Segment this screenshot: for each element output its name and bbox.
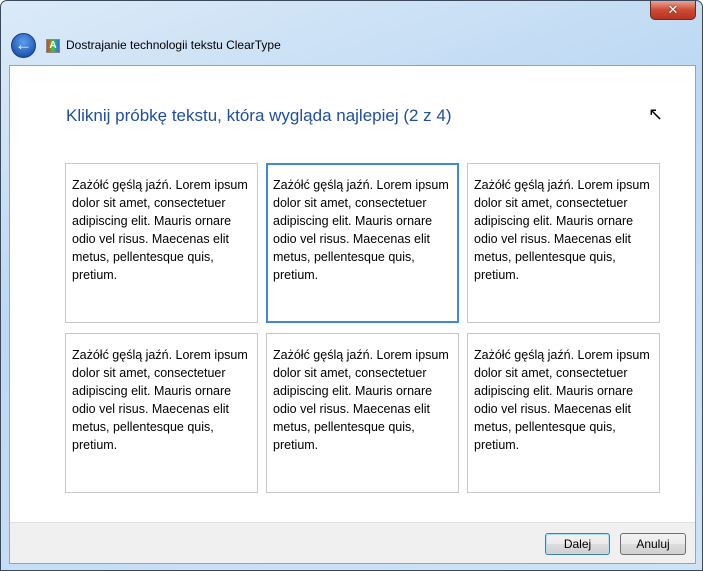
text-sample-6[interactable]: Zażółć gęślą jaźń. Lorem ipsum dolor sit… <box>467 333 660 493</box>
back-arrow-icon[interactable]: ← <box>11 33 36 58</box>
cleartype-app-icon: A <box>46 39 60 53</box>
text-sample-3[interactable]: Zażółć gęślą jaźń. Lorem ipsum dolor sit… <box>467 163 660 323</box>
mouse-cursor-icon: ↖ <box>648 104 664 124</box>
content-area: Kliknij próbkę tekstu, która wygląda naj… <box>9 65 696 564</box>
text-sample-4[interactable]: Zażółć gęślą jaźń. Lorem ipsum dolor sit… <box>65 333 258 493</box>
text-sample-5[interactable]: Zażółć gęślą jaźń. Lorem ipsum dolor sit… <box>266 333 459 493</box>
text-sample-2[interactable]: Zażółć gęślą jaźń. Lorem ipsum dolor sit… <box>266 163 459 323</box>
window: ✕ ← A Dostrajanie technologii tekstu Cle… <box>0 0 703 571</box>
next-button[interactable]: Dalej <box>545 533 610 555</box>
page-heading: Kliknij próbkę tekstu, która wygląda naj… <box>66 106 452 125</box>
window-title: Dostrajanie technologii tekstu ClearType <box>66 38 281 52</box>
close-button[interactable]: ✕ <box>650 1 696 20</box>
text-sample-1[interactable]: Zażółć gęślą jaźń. Lorem ipsum dolor sit… <box>65 163 258 323</box>
footer-bar: Dalej Anuluj <box>10 522 695 563</box>
cancel-button[interactable]: Anuluj <box>620 533 686 555</box>
